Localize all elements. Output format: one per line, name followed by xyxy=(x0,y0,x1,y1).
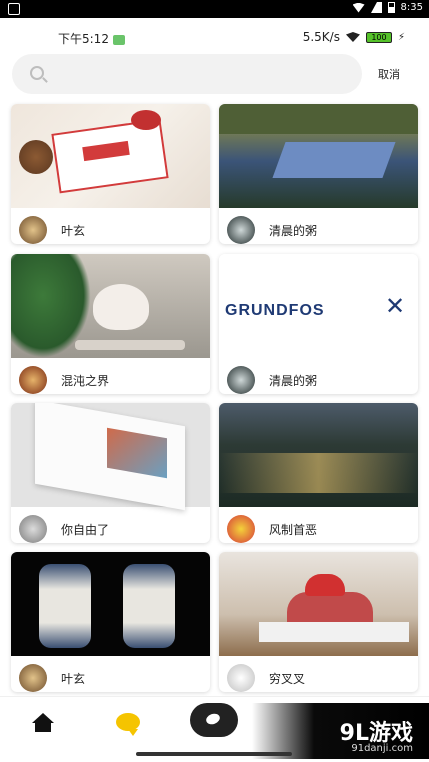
wifi-icon xyxy=(352,2,365,13)
author-name: 叶玄 xyxy=(61,672,86,686)
white-cat-image xyxy=(11,254,210,358)
center-icon[interactable] xyxy=(190,703,238,737)
chat-icon[interactable] xyxy=(116,713,140,736)
home-icon[interactable] xyxy=(32,713,54,733)
system-time: 8:35 xyxy=(400,2,423,13)
grid-card[interactable]: 穷叉叉 xyxy=(219,552,418,692)
author-name: 叶玄 xyxy=(61,224,86,238)
brand-text: GRUNDFOS xyxy=(225,302,325,319)
avatar[interactable] xyxy=(19,515,47,543)
river-landscape-image xyxy=(219,104,418,208)
avatar[interactable] xyxy=(19,216,47,244)
grid-card[interactable]: 叶玄 xyxy=(11,552,210,692)
net-speed: 5.5K/s xyxy=(302,30,340,44)
author-name: 穷叉叉 xyxy=(269,672,306,686)
avatar[interactable] xyxy=(227,664,255,692)
grid-card[interactable]: 风制首恶 xyxy=(219,403,418,543)
banner-url: 91danji.com xyxy=(351,743,413,754)
porcelain-lamps-image xyxy=(11,552,210,656)
author-name: 你自由了 xyxy=(61,523,110,537)
grid-card[interactable]: 叶玄 xyxy=(11,104,210,244)
open-magazine-image xyxy=(11,403,210,511)
charging-icon: ⚡ xyxy=(397,31,405,43)
wifi-icon xyxy=(345,32,360,42)
author-name: 风制首恶 xyxy=(269,523,318,537)
grid-card[interactable]: 混沌之界 xyxy=(11,254,210,394)
garden-night-image xyxy=(219,403,418,507)
app-notification-icon xyxy=(8,3,20,15)
man-reading-newspaper-image xyxy=(219,552,418,656)
grid-card[interactable]: GRUNDFOS ✕ 清晨的粥 xyxy=(219,254,418,394)
battery-icon: 100 xyxy=(365,31,392,43)
status-time: 下午5:12 xyxy=(58,30,125,47)
new-year-envelope-image xyxy=(11,104,210,208)
signal-icon xyxy=(370,2,382,13)
watermark-banner: 9L游戏 91danji.com xyxy=(252,703,429,759)
gesture-bar[interactable] xyxy=(136,752,292,756)
status-right: 5.5K/s 100 ⚡ xyxy=(303,30,405,44)
search-icon xyxy=(30,66,44,80)
system-status-bar: 8:35 xyxy=(0,0,429,18)
grid-card[interactable]: 清晨的粥 xyxy=(219,104,418,244)
brand-mark-icon: ✕ xyxy=(385,292,406,320)
avatar[interactable] xyxy=(19,366,47,394)
battery-icon xyxy=(387,2,395,13)
author-name: 清晨的粥 xyxy=(269,224,318,238)
grid-card[interactable]: 你自由了 xyxy=(11,403,210,543)
wechat-icon xyxy=(112,34,125,45)
phone-status-row: 下午5:12 5.5K/s 100 ⚡ xyxy=(58,28,405,48)
avatar[interactable] xyxy=(19,664,47,692)
author-name: 混沌之界 xyxy=(61,374,110,388)
avatar[interactable] xyxy=(227,216,255,244)
avatar[interactable] xyxy=(227,366,255,394)
author-name: 清晨的粥 xyxy=(269,374,318,388)
cancel-button[interactable]: 取消 xyxy=(378,66,400,82)
search-input[interactable] xyxy=(56,62,346,86)
avatar[interactable] xyxy=(227,515,255,543)
grundfos-logo-image: GRUNDFOS ✕ xyxy=(219,254,418,358)
search-bar[interactable] xyxy=(12,54,362,94)
